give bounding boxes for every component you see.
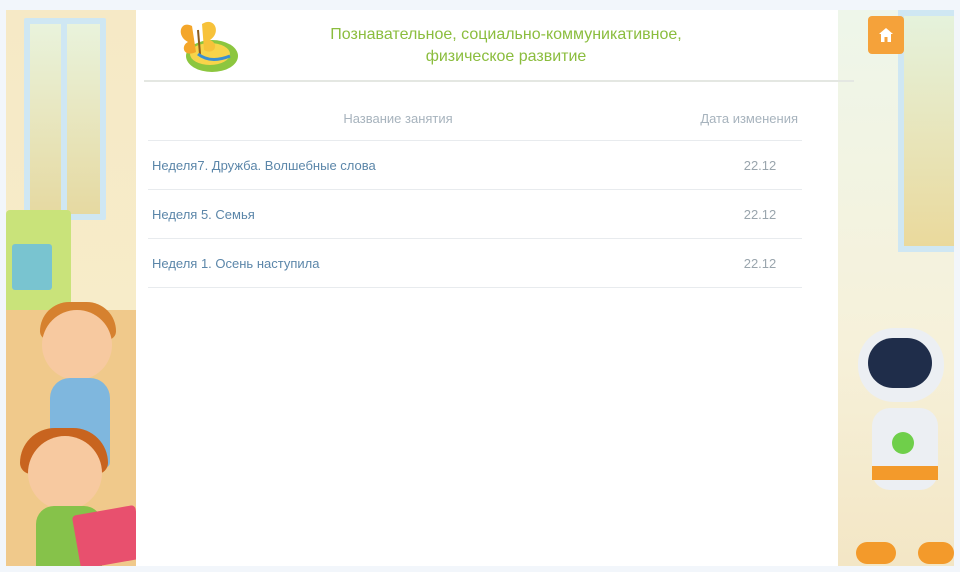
right-illustration [838,10,954,566]
window-illustration [898,10,954,252]
home-icon [876,25,896,45]
robot-button-illustration [892,432,914,454]
robot-foot-illustration [918,542,954,564]
header-divider [144,80,854,82]
table-row[interactable]: Неделя 5. Семья 22.12 [148,189,802,239]
table-row[interactable]: Неделя 1. Осень наступила 22.12 [148,238,802,288]
left-illustration [6,10,136,566]
lesson-date: 22.12 [648,140,802,190]
page-title-line1: Познавательное, социально-коммуникативно… [330,26,682,43]
table-row[interactable]: Неделя7. Дружба. Волшебные слова 22.12 [148,140,802,190]
lessons-table: Название занятия Дата изменения Неделя7.… [148,96,802,288]
column-header-date[interactable]: Дата изменения [648,96,802,141]
robot-foot-illustration [856,542,896,564]
table-header-row: Название занятия Дата изменения [148,96,802,141]
page-title: Познавательное, социально-коммуникативно… [256,24,756,68]
lesson-link[interactable]: Неделя 5. Семья [148,189,648,239]
window-illustration [24,18,106,220]
content-panel: Познавательное, социально-коммуникативно… [136,10,854,566]
girl-illustration [28,436,102,510]
column-header-name[interactable]: Название занятия [148,96,648,141]
lesson-link[interactable]: Неделя 1. Осень наступила [148,238,648,288]
boy-illustration [42,310,112,380]
robot-belt-illustration [872,466,938,480]
lesson-date: 22.12 [648,189,802,239]
butterfly-logo-icon [172,16,242,76]
lesson-link[interactable]: Неделя7. Дружба. Волшебные слова [148,140,648,190]
book-illustration [71,504,136,566]
page-title-line2: физическое развитие [425,48,587,65]
home-button[interactable] [868,16,904,54]
lesson-date: 22.12 [648,238,802,288]
robot-visor-illustration [868,338,932,388]
